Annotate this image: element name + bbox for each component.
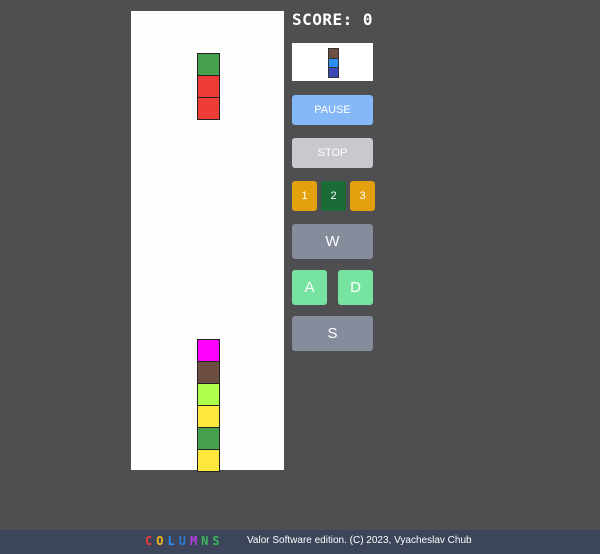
falling-gem — [197, 53, 220, 76]
rotate-up-button[interactable]: W — [292, 224, 373, 259]
settled-gem — [197, 405, 220, 428]
logo-letter: S — [212, 534, 224, 548]
drop-down-button[interactable]: S — [292, 316, 373, 351]
level-2-button[interactable]: 2 — [321, 181, 346, 211]
game-board — [131, 11, 284, 472]
next-piece-preview — [292, 43, 373, 81]
columns-logo: COLUMNS — [145, 534, 224, 548]
pause-button[interactable]: PAUSE — [292, 95, 373, 125]
next-piece-cell — [328, 67, 339, 78]
footer: COLUMNS Valor Software edition. (C) 2023… — [0, 530, 600, 554]
logo-letter: C — [145, 534, 157, 548]
settled-gem — [197, 361, 220, 384]
logo-letter: N — [201, 534, 213, 548]
move-right-button[interactable]: D — [338, 270, 373, 305]
logo-letter: O — [156, 534, 168, 548]
settled-gem — [197, 339, 220, 362]
settled-gem — [197, 427, 220, 450]
level-3-button[interactable]: 3 — [350, 181, 375, 211]
settled-gem — [197, 449, 220, 472]
logo-letter: L — [167, 534, 179, 548]
falling-gem — [197, 97, 220, 120]
stop-button[interactable]: STOP — [292, 138, 373, 168]
logo-letter: U — [178, 534, 190, 548]
level-1-button[interactable]: 1 — [292, 181, 317, 211]
score-display: SCORE: 0 — [292, 10, 374, 29]
move-left-button[interactable]: A — [292, 270, 327, 305]
settled-gem — [197, 383, 220, 406]
logo-letter: M — [189, 534, 202, 548]
copyright-text: Valor Software edition. (C) 2023, Vyache… — [247, 535, 472, 546]
falling-gem — [197, 75, 220, 98]
